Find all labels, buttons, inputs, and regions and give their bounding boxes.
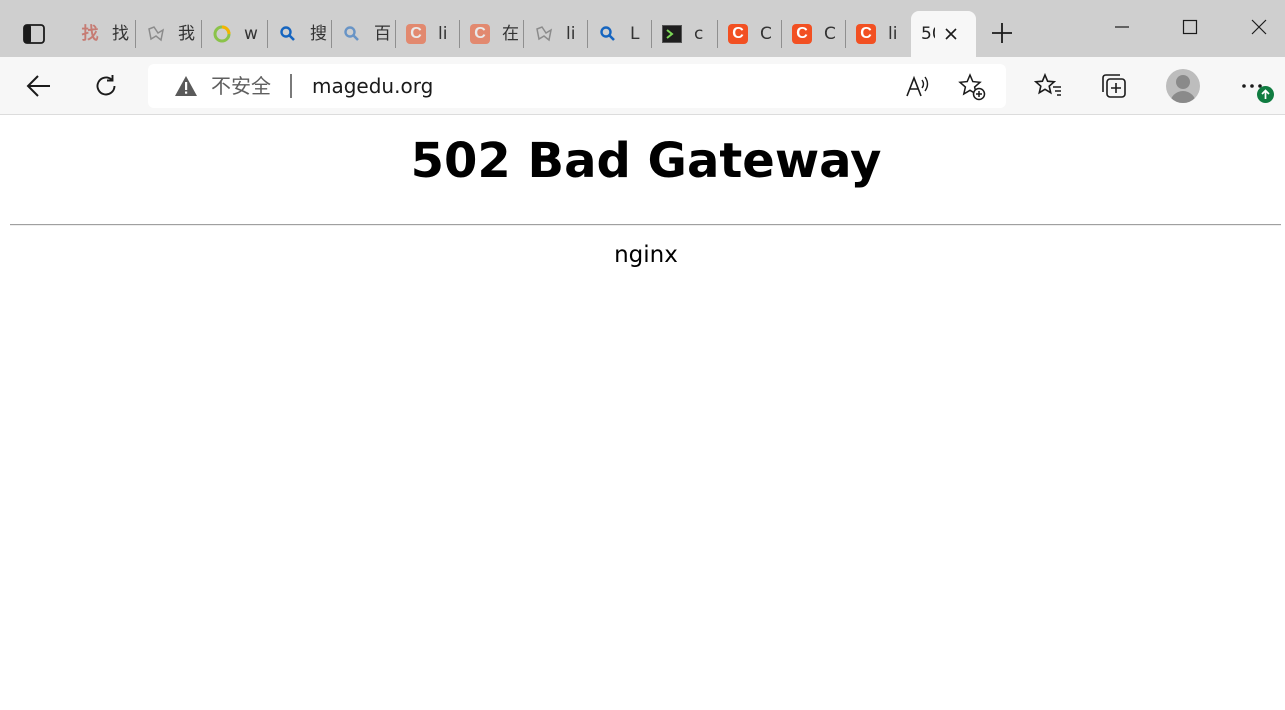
- star-add-icon: [958, 73, 986, 101]
- browser-tab[interactable]: 搜: [268, 12, 332, 56]
- server-name: nginx: [614, 242, 678, 268]
- browser-tab-active[interactable]: 50: [911, 11, 976, 57]
- csdn-logo-icon: C: [856, 24, 876, 44]
- tab-title: li: [566, 24, 576, 44]
- browser-tab[interactable]: 找 找: [70, 12, 136, 56]
- plus-icon: [992, 23, 1012, 43]
- csdn-logo-icon: C: [792, 24, 812, 44]
- browser-tab[interactable]: 我: [136, 12, 202, 56]
- browser-tab[interactable]: C 在: [460, 12, 524, 56]
- maximize-icon: [1182, 19, 1198, 35]
- browser-tab[interactable]: C C: [782, 12, 846, 56]
- close-icon: [945, 28, 957, 40]
- close-tab-button[interactable]: [940, 23, 962, 45]
- terminal-icon: [662, 24, 682, 44]
- tab-title: 50: [921, 24, 935, 44]
- csdn-logo-icon: C: [406, 24, 426, 44]
- tab-title: C: [760, 24, 772, 44]
- add-favorite-button[interactable]: [958, 73, 986, 101]
- tab-title: 我: [178, 24, 195, 44]
- tab-title: L: [630, 24, 640, 44]
- favorites-button[interactable]: [1029, 67, 1067, 105]
- browser-tab[interactable]: li: [524, 12, 588, 56]
- security-status-label[interactable]: 不安全: [211, 74, 271, 98]
- ring-logo-icon: [212, 24, 232, 44]
- search-icon: [598, 24, 618, 44]
- browser-tab[interactable]: c: [652, 12, 718, 56]
- close-icon: [1251, 19, 1267, 35]
- generic-page-icon: [534, 24, 554, 44]
- back-arrow-icon: [26, 75, 50, 97]
- tab-title: c: [694, 24, 704, 44]
- close-window-button[interactable]: [1239, 10, 1279, 44]
- read-aloud-button[interactable]: [904, 73, 932, 101]
- csdn-logo-icon: C: [728, 24, 748, 44]
- read-aloud-icon: [906, 75, 929, 97]
- address-divider: [290, 74, 292, 98]
- tab-strip: 找 找 我 w 搜 百 C li C 在 li L c C C C C C li…: [0, 0, 1285, 57]
- warning-icon[interactable]: [174, 75, 198, 97]
- url-text[interactable]: magedu.org: [312, 74, 433, 98]
- tab-title: li: [888, 24, 898, 44]
- tab-title: 百: [374, 24, 391, 44]
- profile-avatar-button[interactable]: [1166, 69, 1200, 103]
- back-button[interactable]: [20, 67, 58, 105]
- chinese-char-icon: 找: [81, 24, 99, 44]
- tab-title: 找: [112, 24, 129, 44]
- collections-button[interactable]: [1095, 67, 1133, 105]
- tab-title: 搜: [310, 24, 327, 44]
- refresh-icon: [96, 75, 116, 96]
- search-icon: [342, 24, 362, 44]
- tab-actions-icon: [23, 24, 45, 44]
- maximize-button[interactable]: [1170, 10, 1210, 44]
- tab-title: 在: [502, 24, 519, 44]
- browser-tab[interactable]: C C: [718, 12, 782, 56]
- browser-tab[interactable]: 百: [332, 12, 396, 56]
- browser-tab[interactable]: w: [202, 12, 268, 56]
- minimize-icon: [1115, 26, 1129, 28]
- avatar-body-shape: [1170, 91, 1196, 103]
- tab-title: li: [438, 24, 448, 44]
- favorites-icon: [1034, 72, 1061, 96]
- error-heading: 502 Bad Gateway: [410, 133, 882, 189]
- new-tab-button[interactable]: [986, 17, 1018, 49]
- browser-tab[interactable]: C li: [846, 12, 910, 56]
- avatar-head-shape: [1176, 75, 1190, 89]
- browser-tab[interactable]: L: [588, 12, 652, 56]
- csdn-logo-icon: C: [470, 24, 490, 44]
- update-available-icon[interactable]: [1257, 86, 1274, 103]
- search-icon: [278, 24, 298, 44]
- collections-icon: [1102, 74, 1126, 98]
- tab-title: C: [824, 24, 836, 44]
- minimize-button[interactable]: [1102, 10, 1142, 44]
- page-content: 502 Bad Gateway nginx: [0, 116, 1285, 710]
- generic-page-icon: [146, 24, 166, 44]
- browser-toolbar: 不安全 magedu.org: [0, 57, 1285, 115]
- tab-title: w: [244, 24, 258, 44]
- horizontal-rule: [10, 224, 1281, 226]
- tab-actions-button[interactable]: [14, 14, 54, 54]
- browser-tab[interactable]: C li: [396, 12, 460, 56]
- address-bar[interactable]: 不安全 magedu.org: [148, 64, 1006, 108]
- refresh-button[interactable]: [87, 67, 125, 105]
